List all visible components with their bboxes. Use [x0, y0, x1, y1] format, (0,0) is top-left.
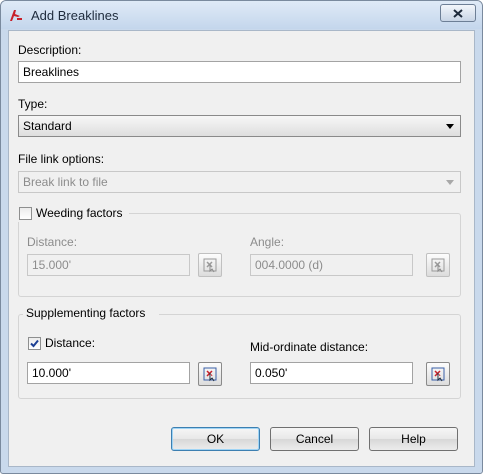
app-logo-icon — [8, 7, 24, 23]
pick-point-icon — [203, 258, 217, 273]
title-bar[interactable]: Add Breaklines — [1, 1, 482, 29]
dialog-window: Add Breaklines Description: Breaklines T… — [0, 0, 483, 474]
pick-point-icon — [431, 367, 445, 382]
supplementing-distance-checkbox[interactable] — [28, 337, 41, 350]
weeding-angle-label: Angle: — [250, 235, 285, 249]
midordinate-label: Mid-ordinate distance: — [250, 340, 369, 354]
close-icon — [453, 8, 463, 18]
weeding-checkbox[interactable] — [19, 207, 32, 220]
cancel-button[interactable]: Cancel — [270, 427, 359, 451]
close-button[interactable] — [440, 4, 476, 22]
weeding-label: Weeding factors — [36, 206, 123, 220]
weeding-angle-input[interactable]: 004.0000 (d) — [250, 254, 413, 276]
ok-button[interactable]: OK — [171, 427, 260, 451]
pick-point-icon — [431, 258, 445, 273]
weeding-distance-pick-button[interactable] — [198, 253, 222, 277]
supplementing-label: Supplementing factors — [26, 306, 146, 320]
weeding-distance-label: Distance: — [27, 235, 78, 249]
type-dropdown[interactable]: Standard — [18, 115, 461, 137]
supplementing-distance-pick-button[interactable] — [198, 362, 222, 386]
midordinate-pick-button[interactable] — [426, 362, 450, 386]
weeding-distance-input[interactable]: 15.000' — [27, 254, 190, 276]
pick-point-icon — [203, 367, 217, 382]
description-label: Description: — [18, 43, 82, 57]
dropdown-arrow-icon — [446, 124, 454, 129]
file-link-dropdown[interactable]: Break link to file — [18, 171, 461, 193]
window-title: Add Breaklines — [31, 8, 119, 23]
dialog-body: Description: Breaklines Type: Standard F… — [8, 30, 475, 467]
file-link-selected-value: Break link to file — [23, 175, 108, 189]
dropdown-arrow-icon — [446, 180, 454, 185]
weeding-header: Weeding factors — [17, 206, 129, 222]
supplementing-distance-label: Distance: — [45, 336, 96, 350]
file-link-label: File link options: — [18, 152, 105, 166]
type-selected-value: Standard — [23, 119, 72, 133]
type-label: Type: — [18, 97, 48, 111]
weeding-angle-pick-button[interactable] — [426, 253, 450, 277]
supplementing-header: Supplementing factors — [23, 306, 159, 322]
checkmark-icon — [30, 339, 39, 348]
supplementing-distance-input[interactable]: 10.000' — [27, 362, 190, 384]
help-button[interactable]: Help — [369, 427, 458, 451]
description-input[interactable]: Breaklines — [18, 61, 461, 83]
midordinate-input[interactable]: 0.050' — [250, 362, 413, 384]
supplementing-factors-group — [18, 314, 461, 399]
